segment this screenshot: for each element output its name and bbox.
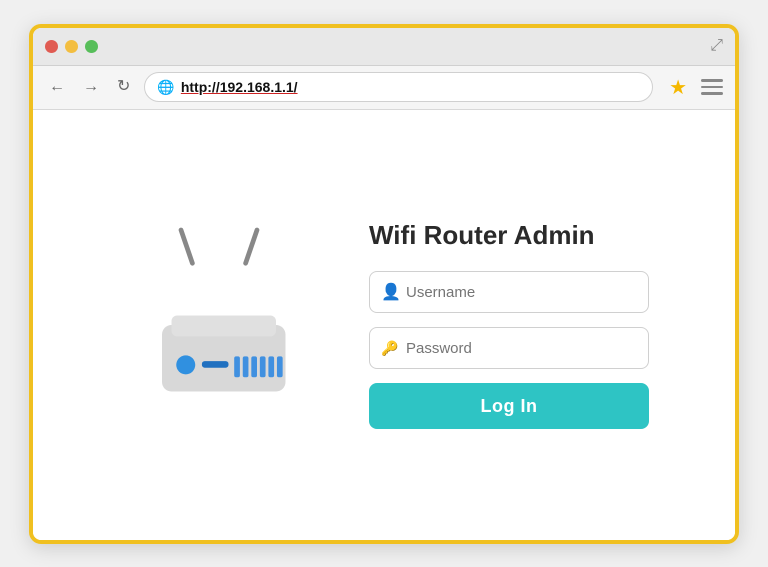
- password-group: 🔑: [369, 327, 649, 369]
- page-content: Wifi Router Admin 👤 🔑 Log In: [33, 110, 735, 540]
- nav-bar: ← → ↻ 🌐 http://192.168.1.1/ ★: [33, 66, 735, 110]
- username-input[interactable]: [369, 271, 649, 313]
- bookmark-icon[interactable]: ★: [669, 75, 687, 100]
- page-title: Wifi Router Admin: [369, 220, 649, 251]
- login-form: Wifi Router Admin 👤 🔑 Log In: [369, 220, 649, 429]
- refresh-button[interactable]: ↻: [113, 77, 134, 97]
- title-bar: ⤢: [33, 28, 735, 66]
- user-icon: 👤: [381, 282, 401, 302]
- maximize-button[interactable]: [85, 40, 98, 53]
- forward-button[interactable]: →: [79, 77, 103, 97]
- menu-icon[interactable]: [701, 79, 723, 95]
- browser-window: ⤢ ← → ↻ 🌐 http://192.168.1.1/ ★: [29, 24, 739, 544]
- url-bar[interactable]: 🌐 http://192.168.1.1/: [144, 72, 653, 102]
- username-group: 👤: [369, 271, 649, 313]
- back-button[interactable]: ←: [45, 77, 69, 97]
- login-button[interactable]: Log In: [369, 383, 649, 429]
- password-input[interactable]: [369, 327, 649, 369]
- router-svg: [124, 225, 314, 425]
- minimize-button[interactable]: [65, 40, 78, 53]
- router-illustration: [119, 225, 319, 425]
- globe-icon: 🌐: [157, 79, 174, 96]
- close-button[interactable]: [45, 40, 58, 53]
- traffic-lights: [45, 40, 98, 53]
- url-text: http://192.168.1.1/: [181, 79, 298, 95]
- key-icon: 🔑: [381, 340, 398, 357]
- expand-icon[interactable]: ⤢: [710, 37, 723, 55]
